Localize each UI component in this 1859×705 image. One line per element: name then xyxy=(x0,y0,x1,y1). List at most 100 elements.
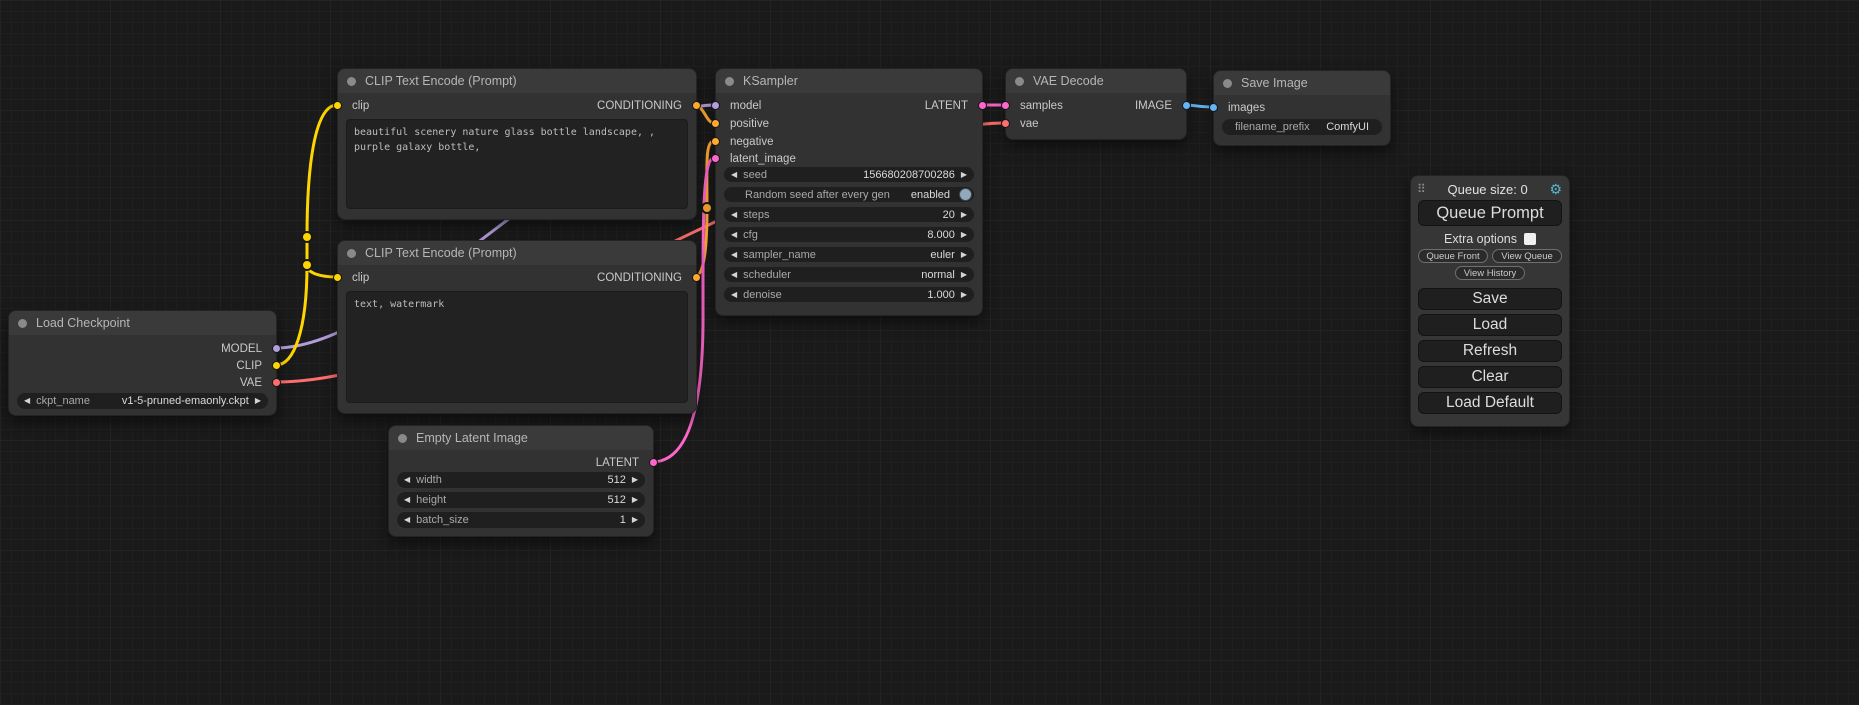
decrement-arrow-icon[interactable]: ◀ xyxy=(731,247,737,263)
decrement-arrow-icon[interactable]: ◀ xyxy=(404,512,410,528)
widget-seed[interactable]: ◀ seed 156680208700286 ▶ xyxy=(724,167,974,182)
settings-gear-icon[interactable]: ⚙ xyxy=(1549,181,1562,198)
load-default-button[interactable]: Load Default xyxy=(1418,392,1562,414)
collapse-dot-icon[interactable] xyxy=(18,319,27,328)
decrement-arrow-icon[interactable]: ◀ xyxy=(404,472,410,488)
decrement-arrow-icon[interactable]: ◀ xyxy=(731,287,737,303)
port-model-input[interactable] xyxy=(711,101,720,110)
input-label-model: model xyxy=(730,100,761,112)
port-clip-input[interactable] xyxy=(333,273,342,282)
increment-arrow-icon[interactable]: ▶ xyxy=(255,393,261,409)
widget-denoise[interactable]: ◀ denoise 1.000 ▶ xyxy=(724,287,974,302)
increment-arrow-icon[interactable]: ▶ xyxy=(961,227,967,243)
reroute-dot[interactable] xyxy=(702,203,712,213)
decrement-arrow-icon[interactable]: ◀ xyxy=(731,167,737,183)
widget-batch-size[interactable]: ◀ batch_size 1 ▶ xyxy=(397,512,645,528)
widget-steps[interactable]: ◀ steps 20 ▶ xyxy=(724,207,974,222)
refresh-button[interactable]: Refresh xyxy=(1418,340,1562,362)
widget-random-seed-toggle[interactable]: Random seed after every gen enabled xyxy=(724,187,974,202)
widget-width[interactable]: ◀ width 512 ▶ xyxy=(397,472,645,488)
port-latent-output[interactable] xyxy=(649,458,658,467)
reroute-dot[interactable] xyxy=(302,260,312,270)
increment-arrow-icon[interactable]: ▶ xyxy=(632,492,638,508)
increment-arrow-icon[interactable]: ▶ xyxy=(961,167,967,183)
node-title: Empty Latent Image xyxy=(416,431,528,445)
save-button[interactable]: Save xyxy=(1418,288,1562,310)
decrement-arrow-icon[interactable]: ◀ xyxy=(404,492,410,508)
node-titlebar[interactable]: CLIP Text Encode (Prompt) xyxy=(338,69,696,93)
decrement-arrow-icon[interactable]: ◀ xyxy=(731,207,737,223)
port-negative-input[interactable] xyxy=(711,137,720,146)
widget-filename-prefix[interactable]: filename_prefix ComfyUI xyxy=(1222,119,1382,135)
collapse-dot-icon[interactable] xyxy=(347,77,356,86)
port-images-input[interactable] xyxy=(1209,103,1218,112)
clear-button[interactable]: Clear xyxy=(1418,366,1562,388)
collapse-dot-icon[interactable] xyxy=(1223,79,1232,88)
drag-handle-icon[interactable]: ⠿ xyxy=(1417,182,1426,196)
negative-prompt-textarea[interactable]: text, watermark xyxy=(346,291,688,403)
output-label-model: MODEL xyxy=(221,343,262,355)
node-titlebar[interactable]: Empty Latent Image xyxy=(389,426,653,450)
port-latent-output[interactable] xyxy=(978,101,987,110)
decrement-arrow-icon[interactable]: ◀ xyxy=(24,393,30,409)
widget-cfg[interactable]: ◀ cfg 8.000 ▶ xyxy=(724,227,974,242)
increment-arrow-icon[interactable]: ▶ xyxy=(632,472,638,488)
increment-arrow-icon[interactable]: ▶ xyxy=(961,267,967,283)
widget-sampler-name[interactable]: ◀ sampler_name euler ▶ xyxy=(724,247,974,262)
toggle-knob-icon[interactable] xyxy=(959,188,972,201)
node-titlebar[interactable]: CLIP Text Encode (Prompt) xyxy=(338,241,696,265)
decrement-arrow-icon[interactable]: ◀ xyxy=(731,267,737,283)
wire-clip-c xyxy=(307,105,337,237)
node-titlebar[interactable]: Load Checkpoint xyxy=(9,311,276,335)
widget-scheduler[interactable]: ◀ scheduler normal ▶ xyxy=(724,267,974,282)
input-label-images: images xyxy=(1228,102,1265,114)
node-titlebar[interactable]: KSampler xyxy=(716,69,982,93)
node-load-checkpoint[interactable]: Load Checkpoint MODEL CLIP VAE ◀ ckpt_na… xyxy=(8,310,277,416)
view-history-button[interactable]: View History xyxy=(1455,266,1525,280)
collapse-dot-icon[interactable] xyxy=(725,77,734,86)
port-clip-output[interactable] xyxy=(272,361,281,370)
output-label-image: IMAGE xyxy=(1135,100,1172,112)
node-ksampler[interactable]: KSampler model LATENT positive negative … xyxy=(715,68,983,316)
widget-ckpt-name[interactable]: ◀ ckpt_name v1-5-pruned-emaonly.ckpt ▶ xyxy=(17,393,268,409)
wire-negative-conditioning-b xyxy=(707,141,714,207)
port-latent-image-input[interactable] xyxy=(711,154,720,163)
input-label-negative: negative xyxy=(730,136,773,148)
queue-prompt-button[interactable]: Queue Prompt xyxy=(1418,200,1562,226)
increment-arrow-icon[interactable]: ▶ xyxy=(632,512,638,528)
node-clip-text-encode-positive[interactable]: CLIP Text Encode (Prompt) clip CONDITION… xyxy=(337,68,697,220)
positive-prompt-textarea[interactable]: beautiful scenery nature glass bottle la… xyxy=(346,119,688,209)
reroute-dot[interactable] xyxy=(302,232,312,242)
port-conditioning-output[interactable] xyxy=(692,273,701,282)
collapse-dot-icon[interactable] xyxy=(347,249,356,258)
increment-arrow-icon[interactable]: ▶ xyxy=(961,247,967,263)
port-model-output[interactable] xyxy=(272,344,281,353)
extra-options-label: Extra options xyxy=(1444,232,1517,246)
port-conditioning-output[interactable] xyxy=(692,101,701,110)
view-queue-button[interactable]: View Queue xyxy=(1492,249,1562,263)
port-positive-input[interactable] xyxy=(711,119,720,128)
load-button[interactable]: Load xyxy=(1418,314,1562,336)
increment-arrow-icon[interactable]: ▶ xyxy=(961,287,967,303)
node-title: VAE Decode xyxy=(1033,74,1104,88)
extra-options-checkbox[interactable] xyxy=(1524,233,1536,245)
node-titlebar[interactable]: VAE Decode xyxy=(1006,69,1186,93)
widget-height[interactable]: ◀ height 512 ▶ xyxy=(397,492,645,508)
port-image-output[interactable] xyxy=(1182,101,1191,110)
decrement-arrow-icon[interactable]: ◀ xyxy=(731,227,737,243)
collapse-dot-icon[interactable] xyxy=(1015,77,1024,86)
node-empty-latent-image[interactable]: Empty Latent Image LATENT ◀ width 512 ▶ … xyxy=(388,425,654,537)
increment-arrow-icon[interactable]: ▶ xyxy=(961,207,967,223)
port-vae-output[interactable] xyxy=(272,378,281,387)
node-clip-text-encode-negative[interactable]: CLIP Text Encode (Prompt) clip CONDITION… xyxy=(337,240,697,414)
node-titlebar[interactable]: Save Image xyxy=(1214,71,1390,95)
port-clip-input[interactable] xyxy=(333,101,342,110)
node-vae-decode[interactable]: VAE Decode samples IMAGE vae xyxy=(1005,68,1187,140)
comfyui-canvas[interactable]: Load Checkpoint MODEL CLIP VAE ◀ ckpt_na… xyxy=(0,0,1859,705)
queue-panel[interactable]: ⠿ Queue size: 0 ⚙ Queue Prompt Extra opt… xyxy=(1410,175,1570,427)
collapse-dot-icon[interactable] xyxy=(398,434,407,443)
node-save-image[interactable]: Save Image images filename_prefix ComfyU… xyxy=(1213,70,1391,146)
queue-front-button[interactable]: Queue Front xyxy=(1418,249,1488,263)
port-samples-input[interactable] xyxy=(1001,101,1010,110)
port-vae-input[interactable] xyxy=(1001,119,1010,128)
